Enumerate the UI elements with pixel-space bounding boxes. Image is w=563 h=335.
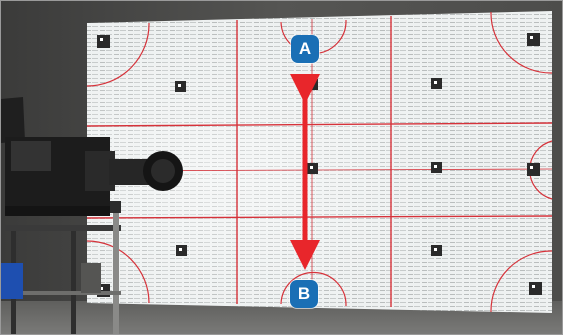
photo-frame: A B — [0, 0, 563, 335]
projection-photo — [1, 1, 562, 334]
marker-b-label: B — [290, 280, 318, 308]
marker-a-label: A — [291, 35, 319, 63]
